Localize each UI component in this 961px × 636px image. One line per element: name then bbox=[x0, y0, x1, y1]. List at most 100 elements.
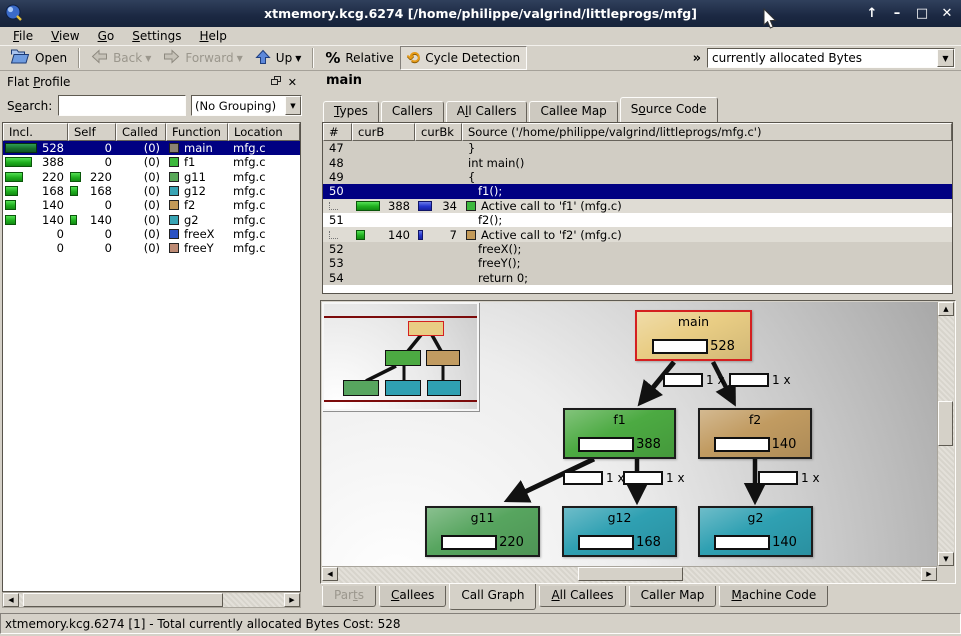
scroll-thumb[interactable] bbox=[938, 401, 953, 446]
table-row[interactable]: 0 0 (0) freeY mfg.c bbox=[3, 241, 300, 255]
minimize-button[interactable]: – bbox=[889, 6, 905, 21]
tab-machine-code[interactable]: Machine Code bbox=[719, 586, 828, 607]
tab-callers[interactable]: Callers bbox=[381, 101, 444, 122]
scroll-left-icon[interactable]: ◀ bbox=[322, 567, 338, 581]
graph-vscrollbar[interactable]: ▲ ▼ bbox=[937, 302, 954, 566]
source-line[interactable]: 47 } bbox=[323, 141, 952, 155]
source-line[interactable]: 52 freeX(); bbox=[323, 242, 952, 256]
scroll-thumb[interactable] bbox=[23, 593, 223, 607]
flat-profile-dock: Flat Profile ✕ Search: (No Grouping) ▼ I… bbox=[0, 71, 303, 611]
search-input[interactable] bbox=[58, 95, 186, 116]
close-button[interactable]: ✕ bbox=[939, 6, 955, 21]
tab-source-code[interactable]: Source Code bbox=[620, 97, 718, 122]
title-bar: xtmemory.kcg.6274 [/home/philippe/valgri… bbox=[0, 0, 961, 27]
table-row[interactable]: 0 0 (0) freeX mfg.c bbox=[3, 227, 300, 241]
up-button[interactable]: Up ▼ bbox=[249, 46, 308, 70]
tab-all-callees[interactable]: All Callees bbox=[539, 586, 625, 607]
menu-settings[interactable]: Settings bbox=[123, 28, 190, 45]
table-row[interactable]: 140 140 (0) g2 mfg.c bbox=[3, 212, 300, 226]
graph-node-g11[interactable]: g11 220 bbox=[425, 506, 540, 557]
source-code-table: # curB curBk Source ('/home/philippe/val… bbox=[322, 122, 953, 294]
table-header: Incl. Self Called Function Location bbox=[3, 123, 300, 141]
shade-button[interactable]: ↑ bbox=[864, 6, 880, 21]
cost-bar bbox=[652, 339, 708, 354]
table-row[interactable]: 168 168 (0) g12 mfg.c bbox=[3, 184, 300, 198]
call-graph-canvas[interactable]: main 528 f1 388 f2 140 g11 220 g12 168 bbox=[322, 302, 937, 566]
col-called[interactable]: Called bbox=[116, 123, 166, 141]
curbk-bar bbox=[418, 201, 432, 211]
source-line[interactable]: 54 return 0; bbox=[323, 271, 952, 285]
table-row[interactable]: 220 220 (0) g11 mfg.c bbox=[3, 170, 300, 184]
graph-node-g12[interactable]: g12 168 bbox=[562, 506, 677, 557]
scroll-left-icon[interactable]: ◀ bbox=[3, 593, 19, 607]
flat-profile-hscrollbar[interactable]: ◀ ▶ bbox=[2, 592, 301, 608]
source-line-selected[interactable]: 50 f1(); bbox=[323, 184, 952, 198]
col-curbk[interactable]: curBk bbox=[415, 123, 462, 141]
cost-bar bbox=[714, 437, 770, 452]
scroll-thumb[interactable] bbox=[578, 567, 683, 581]
graph-node-f2[interactable]: f2 140 bbox=[698, 408, 812, 459]
up-dropdown-icon[interactable]: ▼ bbox=[295, 54, 301, 63]
source-line[interactable]: 51 f2(); bbox=[323, 213, 952, 227]
forward-arrow-icon bbox=[163, 49, 180, 67]
source-line[interactable]: 48 int main() bbox=[323, 155, 952, 169]
tab-types[interactable]: Types bbox=[323, 101, 379, 122]
event-type-selector[interactable]: currently allocated Bytes ▼ bbox=[707, 48, 955, 68]
menu-view[interactable]: View bbox=[42, 28, 88, 45]
scroll-right-icon[interactable]: ▶ bbox=[284, 593, 300, 607]
col-curb[interactable]: curB bbox=[352, 123, 415, 141]
active-call-line[interactable]: 388 34 Active call to 'f1' (mfg.c) bbox=[323, 199, 952, 213]
table-row[interactable]: 528 0 (0) main mfg.c bbox=[3, 141, 300, 155]
graph-hscrollbar[interactable]: ◀ ▶ bbox=[322, 566, 937, 583]
menu-file[interactable]: File bbox=[4, 28, 42, 45]
forward-button[interactable]: Forward ▼ bbox=[157, 46, 248, 70]
cycle-detection-button[interactable]: ⟲ Cycle Detection bbox=[400, 46, 527, 70]
forward-dropdown-icon[interactable]: ▼ bbox=[237, 54, 243, 63]
table-row[interactable]: 140 0 (0) f2 mfg.c bbox=[3, 198, 300, 212]
toolbar-separator bbox=[78, 48, 80, 68]
active-call-line[interactable]: 140 7 Active call to 'f2' (mfg.c) bbox=[323, 227, 952, 241]
table-row[interactable]: 388 0 (0) f1 mfg.c bbox=[3, 155, 300, 169]
tab-callee-map[interactable]: Callee Map bbox=[529, 101, 617, 122]
col-source[interactable]: Source ('/home/philippe/valgrind/littlep… bbox=[462, 123, 952, 141]
combo-arrow-icon[interactable]: ▼ bbox=[285, 96, 301, 115]
status-bar: xtmemory.kcg.6274 [1] - Total currently … bbox=[0, 611, 961, 636]
menu-go[interactable]: Go bbox=[89, 28, 124, 45]
cost-bar bbox=[714, 535, 770, 550]
curbk-bar bbox=[418, 230, 423, 240]
maximize-button[interactable]: □ bbox=[914, 6, 930, 21]
source-header: # curB curBk Source ('/home/philippe/val… bbox=[323, 123, 952, 141]
dock-close-icon[interactable]: ✕ bbox=[288, 76, 297, 89]
graph-node-main[interactable]: main 528 bbox=[635, 310, 752, 361]
graph-node-g2[interactable]: g2 140 bbox=[698, 506, 813, 557]
tab-callees[interactable]: Callees bbox=[379, 586, 446, 607]
col-self[interactable]: Self bbox=[68, 123, 116, 141]
relative-button[interactable]: % Relative bbox=[319, 46, 399, 70]
cost-bar bbox=[5, 157, 32, 167]
open-button[interactable]: Open bbox=[4, 46, 73, 70]
tab-all-callers[interactable]: All Callers bbox=[446, 101, 528, 122]
function-color-swatch bbox=[169, 172, 179, 182]
tab-call-graph[interactable]: Call Graph bbox=[449, 584, 536, 610]
tab-caller-map[interactable]: Caller Map bbox=[629, 586, 717, 607]
scroll-right-icon[interactable]: ▶ bbox=[921, 567, 937, 581]
graph-node-f1[interactable]: f1 388 bbox=[563, 408, 676, 459]
col-location[interactable]: Location bbox=[228, 123, 300, 141]
combo-arrow-icon[interactable]: ▼ bbox=[937, 49, 954, 67]
source-line[interactable]: 49 { bbox=[323, 170, 952, 184]
col-function[interactable]: Function bbox=[166, 123, 228, 141]
back-dropdown-icon[interactable]: ▼ bbox=[145, 54, 151, 63]
grouping-selector[interactable]: (No Grouping) ▼ bbox=[191, 95, 302, 116]
graph-overview-minimap[interactable] bbox=[322, 302, 479, 411]
toolbar-overflow-icon[interactable]: » bbox=[693, 51, 701, 66]
col-incl[interactable]: Incl. bbox=[3, 123, 68, 141]
scroll-up-icon[interactable]: ▲ bbox=[938, 302, 954, 316]
float-icon[interactable] bbox=[271, 75, 282, 89]
back-button[interactable]: Back ▼ bbox=[85, 46, 157, 70]
col-line-number[interactable]: # bbox=[323, 123, 352, 141]
curb-bar bbox=[356, 201, 380, 211]
source-line[interactable]: 53 freeY(); bbox=[323, 256, 952, 270]
scroll-down-icon[interactable]: ▼ bbox=[938, 552, 954, 566]
menu-help[interactable]: Help bbox=[190, 28, 235, 45]
minimap-node-f2 bbox=[426, 350, 460, 366]
